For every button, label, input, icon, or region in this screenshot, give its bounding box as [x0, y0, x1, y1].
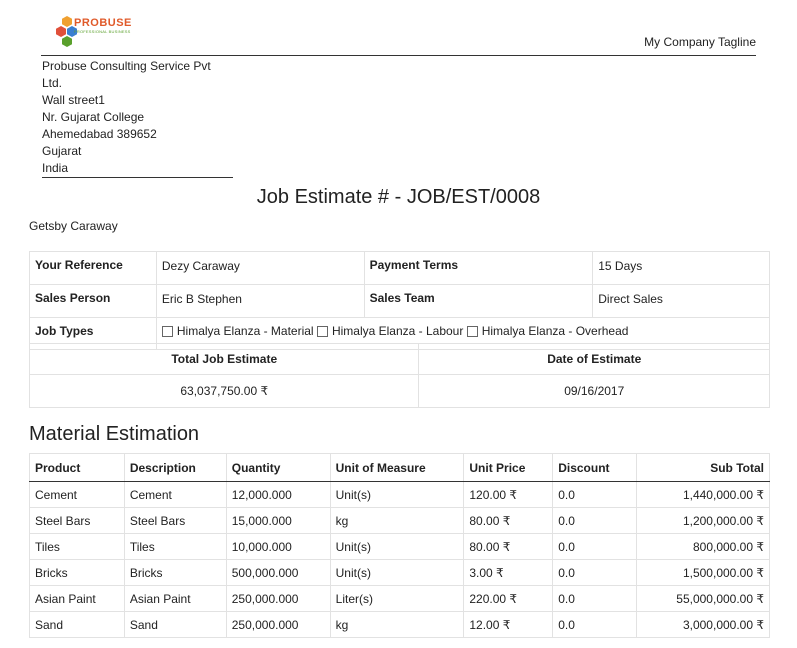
address-line: Ahemedabad 389652	[42, 127, 157, 141]
address-line: Nr. Gujarat College	[42, 110, 145, 124]
job-type-label: Himalya Elanza - Overhead	[481, 324, 629, 338]
quantity-cell: 10,000.000	[225, 533, 331, 560]
material-estimation-title: Material Estimation	[29, 423, 200, 445]
job-type-checkbox[interactable]	[316, 326, 328, 337]
logo-hex-orange	[62, 16, 72, 27]
total-estimate-label: Total Job Estimate	[28, 343, 420, 375]
subtotal-cell: 3,000,000.00 ₹	[636, 611, 770, 638]
table-row: Tiles Tiles 10,000.000 Unit(s) 80.00 ₹ 0…	[29, 533, 770, 560]
discount-cell: 0.0	[552, 559, 638, 586]
your-reference-value: Dezy Caraway	[155, 251, 365, 285]
quantity-cell: 250,000.000	[225, 585, 331, 612]
payment-terms-value: 15 Days	[592, 251, 770, 285]
product-cell: Asian Paint	[29, 585, 125, 612]
table-row: Asian Paint Asian Paint 250,000.000 Lite…	[29, 585, 770, 612]
product-cell: Cement	[29, 481, 125, 508]
discount-cell: 0.0	[552, 481, 638, 508]
product-cell: Tiles	[29, 533, 125, 560]
description-cell: Tiles	[123, 533, 227, 560]
summary-header-row: Total Job Estimate Date of Estimate	[28, 343, 770, 375]
column-header-discount: Discount	[552, 453, 638, 482]
column-header-description: Description	[123, 453, 227, 482]
table-row: Sand Sand 250,000.000 kg 12.00 ₹ 0.0 3,0…	[29, 611, 770, 638]
subtotal-cell: 55,000,000.00 ₹	[636, 585, 770, 612]
payment-terms-label: Payment Terms	[363, 251, 594, 285]
uom-cell: Unit(s)	[329, 559, 465, 586]
logo-hex-red	[56, 26, 66, 37]
column-header-subtotal: Sub Total	[636, 453, 770, 482]
address-line: India	[42, 161, 69, 175]
column-header-uom: Unit of Measure	[329, 453, 465, 482]
material-header-row: Product Description Quantity Unit of Mea…	[29, 453, 770, 482]
job-type-checkbox[interactable]	[466, 326, 478, 337]
sales-team-label: Sales Team	[363, 284, 594, 318]
table-row: Cement Cement 12,000.000 Unit(s) 120.00 …	[29, 481, 770, 508]
unit-price-cell: 12.00 ₹	[463, 611, 554, 638]
discount-cell: 0.0	[552, 611, 638, 638]
logo-text: PROBUSE	[74, 17, 132, 29]
uom-cell: kg	[329, 611, 465, 638]
date-of-estimate-label: Date of Estimate	[418, 343, 770, 375]
product-cell: Bricks	[29, 559, 125, 586]
material-table: Product Description Quantity Unit of Mea…	[29, 453, 770, 638]
quantity-cell: 15,000.000	[225, 507, 331, 534]
customer-name: Getsby Caraway	[29, 219, 118, 233]
document-title: Job Estimate # - JOB/EST/0008	[256, 186, 541, 208]
quantity-cell: 500,000.000	[225, 559, 331, 586]
discount-cell: 0.0	[552, 585, 638, 612]
company-tagline: My Company Tagline	[644, 35, 756, 49]
sales-team-value: Direct Sales	[592, 284, 770, 318]
subtotal-cell: 1,200,000.00 ₹	[636, 507, 770, 534]
description-cell: Asian Paint	[123, 585, 227, 612]
subtotal-cell: 1,500,000.00 ₹	[636, 559, 770, 586]
description-cell: Steel Bars	[123, 507, 227, 534]
product-cell: Steel Bars	[29, 507, 125, 534]
subtotal-cell: 800,000.00 ₹	[636, 533, 770, 560]
header-divider	[41, 55, 756, 56]
job-type-checkbox[interactable]	[161, 326, 173, 337]
sales-person-value: Eric B Stephen	[155, 284, 365, 318]
summary-value-row: 63,037,750.00 ₹ 09/16/2017	[28, 374, 770, 408]
quantity-cell: 12,000.000	[225, 481, 331, 508]
column-header-quantity: Quantity	[225, 453, 331, 482]
unit-price-cell: 3.00 ₹	[463, 559, 554, 586]
table-row: Bricks Bricks 500,000.000 Unit(s) 3.00 ₹…	[29, 559, 770, 586]
uom-cell: Unit(s)	[329, 533, 465, 560]
info-row: Your Reference Dezy Caraway Payment Term…	[29, 251, 770, 285]
job-type-label: Himalya Elanza - Labour	[331, 324, 464, 338]
uom-cell: Liter(s)	[329, 585, 465, 612]
address-line: Probuse Consulting Service Pvt Ltd.	[42, 59, 211, 90]
total-estimate-value: 63,037,750.00 ₹	[28, 374, 420, 408]
description-cell: Sand	[123, 611, 227, 638]
table-row: Steel Bars Steel Bars 15,000.000 kg 80.0…	[29, 507, 770, 534]
product-cell: Sand	[29, 611, 125, 638]
description-cell: Cement	[123, 481, 227, 508]
logo-hex-green	[62, 36, 72, 47]
address-line: Wall street1	[42, 93, 105, 107]
description-cell: Bricks	[123, 559, 227, 586]
date-of-estimate-value: 09/16/2017	[418, 374, 770, 408]
discount-cell: 0.0	[552, 507, 638, 534]
unit-price-cell: 120.00 ₹	[463, 481, 554, 508]
quantity-cell: 250,000.000	[225, 611, 331, 638]
column-header-unit-price: Unit Price	[463, 453, 554, 482]
unit-price-cell: 220.00 ₹	[463, 585, 554, 612]
company-address: Probuse Consulting Service Pvt Ltd. Wall…	[42, 58, 233, 178]
uom-cell: Unit(s)	[329, 481, 465, 508]
sales-person-label: Sales Person	[29, 284, 157, 318]
logo-subtext: PROFESSIONAL BUSINESS	[74, 29, 131, 34]
unit-price-cell: 80.00 ₹	[463, 533, 554, 560]
column-header-product: Product	[29, 453, 125, 482]
info-row: Sales Person Eric B Stephen Sales Team D…	[29, 284, 770, 318]
uom-cell: kg	[329, 507, 465, 534]
info-table: Your Reference Dezy Caraway Payment Term…	[29, 251, 771, 350]
company-logo: PROBUSE PROFESSIONAL BUSINESS	[54, 16, 134, 52]
discount-cell: 0.0	[552, 533, 638, 560]
job-type-label: Himalya Elanza - Material	[176, 324, 314, 338]
address-line: Gujarat	[42, 144, 82, 158]
unit-price-cell: 80.00 ₹	[463, 507, 554, 534]
subtotal-cell: 1,440,000.00 ₹	[636, 481, 770, 508]
your-reference-label: Your Reference	[29, 251, 157, 285]
summary-table: Total Job Estimate Date of Estimate 63,0…	[28, 343, 770, 408]
